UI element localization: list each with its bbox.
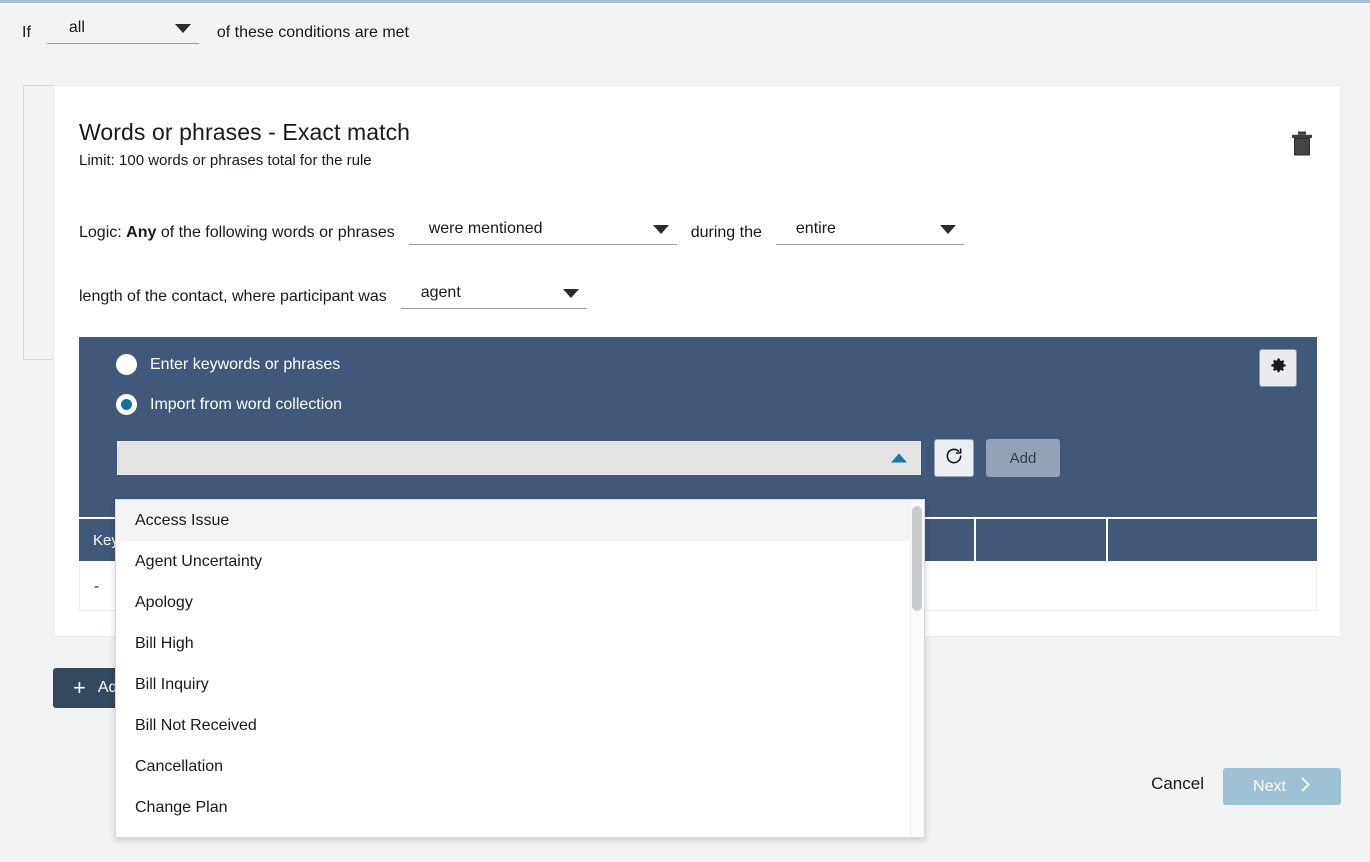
logic-row-2: length of the contact, where participant… <box>79 281 587 309</box>
participant-select-value: agent <box>421 284 461 302</box>
duration-select[interactable]: entire <box>776 217 964 245</box>
condition-group-bracket <box>23 85 53 360</box>
table-cell-col3 <box>1107 563 1316 610</box>
table-cell-col2 <box>976 563 1108 610</box>
dropdown-option[interactable]: Apology <box>116 582 924 623</box>
dropdown-option[interactable]: Change Plan <box>116 787 924 828</box>
participant-label: length of the contact, where participant… <box>79 288 387 309</box>
table-header-col2 <box>976 517 1108 563</box>
keyword-source-panel: Enter keywords or phrases Import from wo… <box>79 337 1317 517</box>
dropdown-option[interactable]: Bill Inquiry <box>116 664 924 705</box>
duration-select-value: entire <box>796 220 836 238</box>
mentioned-select[interactable]: were mentioned <box>409 217 677 245</box>
word-collection-select[interactable] <box>116 440 922 476</box>
card-subtitle: Limit: 100 words or phrases total for th… <box>79 152 372 169</box>
dropdown-option[interactable]: Agent Uncertainty <box>116 541 924 582</box>
radio-import-collection-label: Import from word collection <box>150 396 342 414</box>
refresh-button[interactable] <box>934 439 974 477</box>
delete-condition-button[interactable] <box>1286 130 1318 162</box>
dropdown-option[interactable]: Cancellation <box>116 746 924 787</box>
condition-match-select[interactable]: all <box>47 16 199 44</box>
trash-icon <box>1291 131 1313 161</box>
add-collection-button[interactable]: Add <box>986 439 1060 477</box>
top-border-rule <box>0 0 1370 3</box>
radio-import-collection[interactable]: Import from word collection <box>116 394 342 415</box>
condition-match-row: If all of these conditions are met <box>22 16 409 44</box>
settings-button[interactable] <box>1259 349 1297 387</box>
gear-icon <box>1269 356 1288 380</box>
dropdown-scrollbar[interactable] <box>910 500 924 838</box>
chevron-down-icon <box>653 225 669 234</box>
dropdown-scrollbar-thumb[interactable] <box>912 506 922 611</box>
mentioned-select-value: were mentioned <box>429 220 543 238</box>
condition-match-value: all <box>69 19 85 37</box>
chevron-up-icon <box>891 454 907 463</box>
conditions-met-label: of these conditions are met <box>217 24 409 44</box>
next-button[interactable]: Next <box>1223 768 1341 805</box>
logic-row-1: Logic: Any of the following words or phr… <box>79 217 964 245</box>
collection-picker-row: Add <box>116 439 1060 477</box>
radio-unchecked-icon <box>116 354 137 375</box>
dropdown-option[interactable]: Access Issue <box>116 500 924 541</box>
radio-enter-keywords-label: Enter keywords or phrases <box>150 356 340 374</box>
refresh-icon <box>944 446 964 471</box>
chevron-down-icon <box>940 225 956 234</box>
if-label: If <box>22 24 31 44</box>
plus-icon: + <box>73 677 86 699</box>
cancel-button[interactable]: Cancel <box>1151 774 1204 794</box>
dropdown-list: Access IssueAgent UncertaintyApologyBill… <box>116 500 924 828</box>
radio-enter-keywords[interactable]: Enter keywords or phrases <box>116 354 340 375</box>
participant-select[interactable]: agent <box>401 281 587 309</box>
next-button-label: Next <box>1253 778 1286 796</box>
table-header-col3 <box>1108 517 1317 563</box>
logic-label: Logic: Any of the following words or phr… <box>79 224 395 245</box>
chevron-down-icon <box>563 289 579 298</box>
dropdown-option[interactable]: Bill High <box>116 623 924 664</box>
chevron-down-icon <box>175 24 191 33</box>
radio-checked-icon <box>116 394 137 415</box>
word-collection-dropdown[interactable]: Access IssueAgent UncertaintyApologyBill… <box>115 499 925 838</box>
during-the-label: during the <box>691 224 762 245</box>
chevron-right-icon <box>1300 777 1311 797</box>
page-title: Words or phrases - Exact match <box>79 119 410 146</box>
dropdown-option[interactable]: Bill Not Received <box>116 705 924 746</box>
